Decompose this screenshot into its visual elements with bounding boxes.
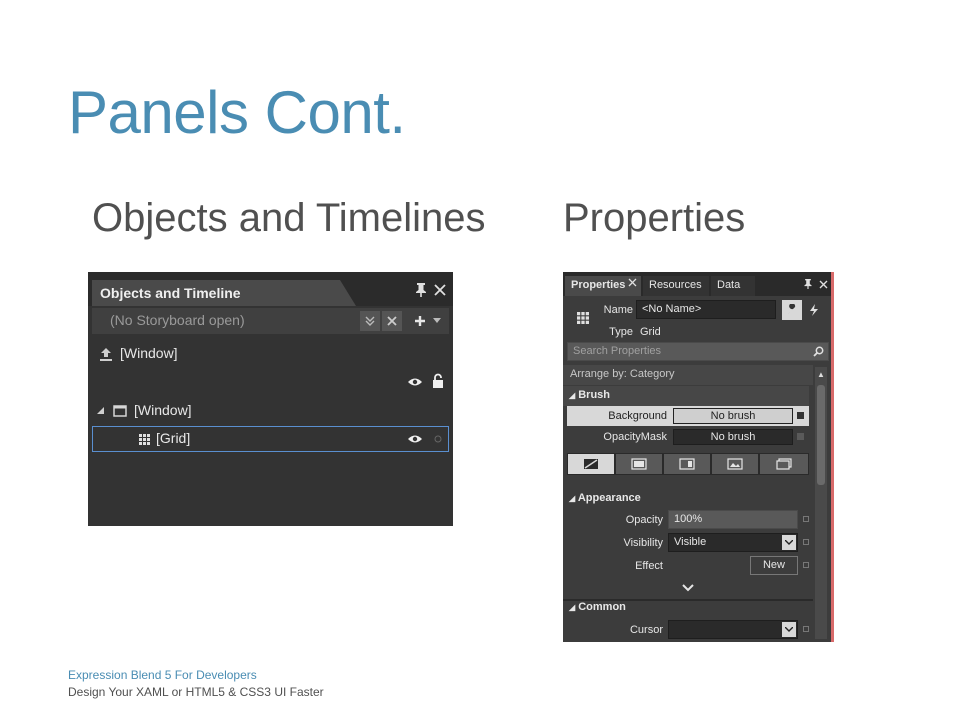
brush-value[interactable]: No brush — [673, 408, 793, 424]
visibility-label: Visibility — [623, 537, 663, 549]
effect-new-button[interactable]: New — [750, 556, 798, 575]
add-icon[interactable] — [410, 311, 430, 331]
dropdown-arrow-icon[interactable] — [430, 311, 444, 331]
advanced-options-icon[interactable] — [803, 516, 809, 522]
brush-section-header[interactable]: ◢ Brush — [563, 386, 809, 406]
solid-brush-tab[interactable] — [615, 453, 663, 475]
chevron-down-icon[interactable] — [782, 622, 796, 637]
advanced-options-icon[interactable] — [797, 433, 804, 440]
tree-item-label: [Window] — [134, 402, 192, 418]
visibility-select[interactable]: Visible — [668, 533, 798, 552]
chevron-double-down-icon[interactable] — [360, 311, 380, 331]
arrange-by-dropdown[interactable]: Arrange by: Category — [570, 368, 675, 380]
grid-icon — [137, 431, 151, 447]
properties-panel: Properties Resources Data Name <No Name>… — [563, 272, 834, 642]
cursor-label: Cursor — [629, 624, 663, 636]
collapse-triangle-icon: ◢ — [569, 494, 576, 503]
collapse-triangle-icon: ◢ — [569, 603, 576, 612]
visibility-value: Visible — [674, 536, 707, 548]
scroll-up-icon[interactable]: ▲ — [817, 370, 825, 379]
gradient-brush-icon — [679, 458, 695, 470]
tab-data[interactable]: Data — [711, 276, 755, 296]
name-field[interactable]: <No Name> — [636, 300, 776, 319]
effect-label: Effect — [635, 560, 663, 572]
objects-timeline-tab[interactable]: Objects and Timeline — [92, 280, 356, 306]
tab-properties[interactable]: Properties — [565, 276, 641, 296]
tree-item-label: [Grid] — [156, 430, 191, 446]
section-title: Appearance — [577, 492, 641, 504]
window-icon — [112, 403, 128, 419]
collapse-triangle-icon: ◢ — [569, 391, 576, 400]
scroll-thumb[interactable] — [817, 385, 825, 485]
gradient-brush-tab[interactable] — [663, 453, 711, 475]
pin-icon[interactable] — [412, 281, 430, 299]
eye-icon[interactable] — [406, 374, 424, 390]
tree-item-window[interactable]: [Window] — [92, 399, 449, 425]
brush-value[interactable]: No brush — [673, 429, 793, 445]
eye-icon[interactable] — [406, 431, 424, 447]
objects-timeline-panel: Objects and Timeline (No Storyboard open… — [88, 272, 453, 526]
chevron-down-icon[interactable] — [782, 535, 796, 550]
type-value: Grid — [640, 326, 661, 338]
panel-accent-edge — [831, 272, 834, 642]
section-title: Common — [578, 601, 626, 613]
no-brush-icon — [584, 459, 598, 469]
brush-row-opacitymask[interactable]: OpacityMask No brush — [567, 427, 809, 447]
brush-label: OpacityMask — [603, 431, 667, 443]
brush-row-background[interactable]: Background No brush — [567, 406, 809, 426]
resource-brush-tab[interactable] — [759, 453, 809, 475]
common-section-header[interactable]: ◢ Common — [563, 598, 809, 618]
properties-heading: Properties — [563, 196, 746, 240]
objects-heading: Objects and Timelines — [92, 196, 486, 240]
brush-label: Background — [608, 410, 667, 422]
tab-resources[interactable]: Resources — [643, 276, 709, 296]
grid-type-icon — [571, 306, 595, 330]
close-icon[interactable] — [431, 281, 449, 299]
wrench-icon[interactable] — [782, 300, 802, 320]
advanced-options-icon[interactable] — [797, 412, 804, 419]
lock-dot-icon[interactable] — [432, 433, 444, 445]
opacity-label: Opacity — [625, 514, 663, 526]
footer-title: Expression Blend 5 For Developers — [68, 668, 257, 682]
footer-subtitle: Design Your XAML or HTML5 & CSS3 UI Fast… — [68, 685, 324, 699]
appearance-section-header[interactable]: ◢ Appearance — [563, 489, 809, 509]
tree-visibility-row — [92, 370, 449, 396]
image-brush-tab[interactable] — [711, 453, 759, 475]
advanced-options-icon[interactable] — [803, 562, 809, 568]
expand-more-icon[interactable] — [679, 581, 697, 595]
type-label: Type — [609, 326, 633, 338]
name-label: Name — [603, 304, 633, 316]
tree-item-grid[interactable]: [Grid] — [92, 426, 449, 452]
lightning-icon[interactable] — [804, 300, 824, 320]
image-brush-icon — [727, 458, 743, 470]
search-icon[interactable] — [811, 344, 825, 358]
properties-scrollbar[interactable]: ▲ — [815, 367, 827, 639]
section-title: Brush — [578, 389, 610, 401]
resource-brush-icon — [776, 458, 792, 470]
tree-item-label: [Window] — [120, 345, 178, 361]
arrange-bar: Arrange by: Category — [563, 365, 813, 385]
tab-label: Properties — [571, 279, 626, 291]
tree-item-window-root[interactable]: [Window] — [92, 342, 449, 368]
no-brush-tab[interactable] — [567, 453, 615, 475]
cursor-select[interactable] — [668, 620, 798, 639]
pin-icon[interactable] — [801, 277, 815, 291]
upload-icon — [98, 346, 114, 362]
close-icon[interactable] — [628, 278, 637, 290]
lock-icon[interactable] — [430, 372, 446, 390]
search-properties-input[interactable]: Search Properties — [567, 342, 829, 361]
slide-title: Panels Cont. — [68, 79, 406, 146]
storyboard-placeholder[interactable]: (No Storyboard open) — [110, 312, 245, 328]
advanced-options-icon[interactable] — [803, 539, 809, 545]
panel-header: Objects and Timeline — [88, 272, 453, 306]
solid-brush-icon — [631, 458, 647, 470]
close-icon[interactable] — [816, 277, 830, 291]
storyboard-bar: (No Storyboard open) — [92, 308, 449, 334]
advanced-options-icon[interactable] — [803, 626, 809, 632]
properties-tabbar: Properties Resources Data — [563, 272, 831, 296]
close-storyboard-icon[interactable] — [382, 311, 402, 331]
collapse-triangle-icon[interactable] — [96, 405, 106, 417]
opacity-field[interactable]: 100% — [668, 510, 798, 529]
